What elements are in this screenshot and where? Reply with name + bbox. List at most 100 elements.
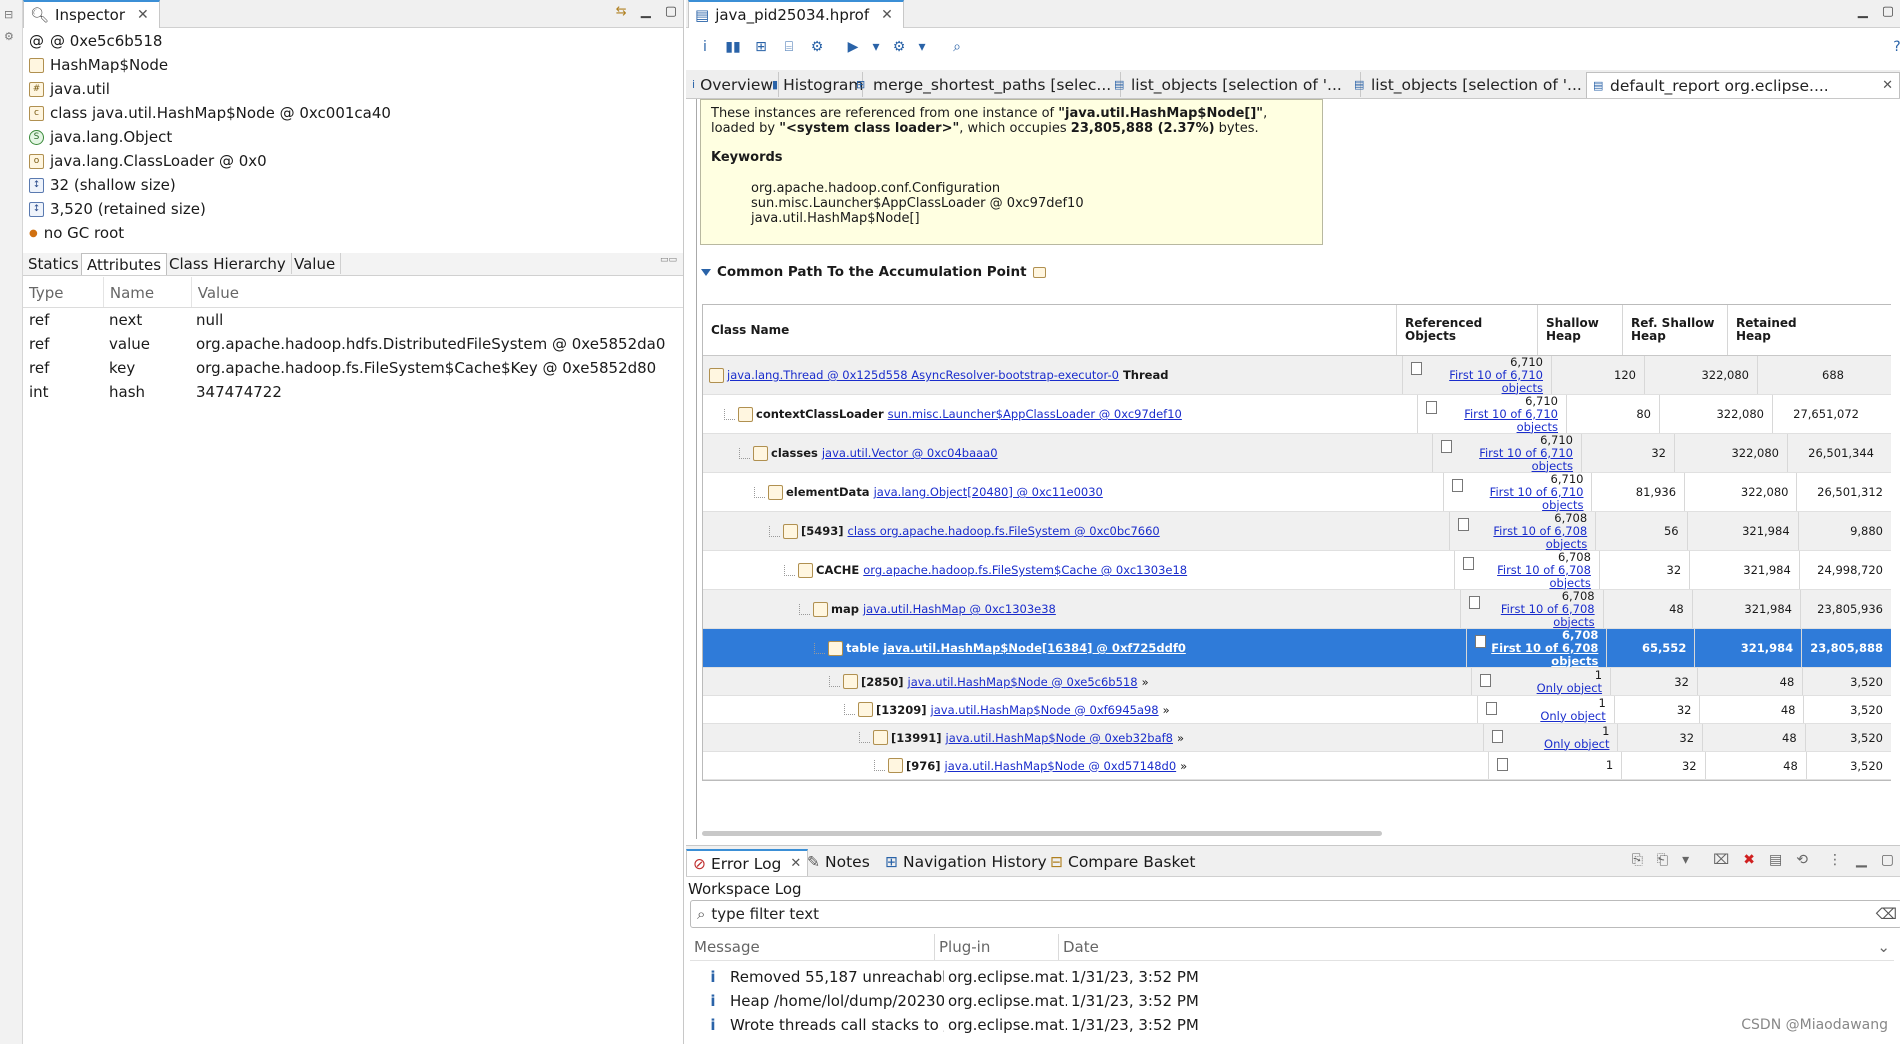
- tab-compare-basket[interactable]: ⊟ Compare Basket: [1044, 849, 1201, 874]
- ref-link[interactable]: First 10 of 6,708: [1501, 602, 1595, 616]
- ref-link-suffix[interactable]: objects: [1501, 615, 1594, 629]
- object-link[interactable]: class org.apache.hadoop.fs.FileSystem @ …: [848, 524, 1160, 538]
- column-plugin[interactable]: Plug-in: [935, 934, 1059, 960]
- ref-link[interactable]: First 10 of 6,710: [1479, 446, 1573, 460]
- table-row[interactable]: contextClassLoader sun.misc.Launcher$AppC…: [703, 394, 1891, 434]
- query-browser-icon[interactable]: ⚙: [890, 38, 908, 56]
- chevron-down-icon[interactable]: ⌄: [1873, 934, 1894, 960]
- subtabs-window-icon[interactable]: ▭▭: [660, 255, 677, 265]
- tab-list-objects-2[interactable]: ▤ list_objects [selection of '...: [1348, 72, 1599, 97]
- table-row[interactable]: table java.util.HashMap$Node[16384] @ 0xf…: [703, 628, 1891, 668]
- object-link[interactable]: java.util.HashMap @ 0xc1303e38: [863, 602, 1056, 616]
- ref-link-suffix[interactable]: objects: [1490, 498, 1583, 512]
- column-retained-heap[interactable]: Retained Heap: [1728, 305, 1814, 355]
- table-row[interactable]: [13991] java.util.HashMap$Node @ 0xeb32ba…: [703, 724, 1891, 752]
- tab-value[interactable]: Value: [289, 253, 342, 274]
- object-link[interactable]: java.util.HashMap$Node[16384] @ 0xf725dd…: [883, 641, 1186, 655]
- minimize-icon[interactable]: ▁: [1858, 4, 1868, 19]
- inspector-minimized-icon[interactable]: ⚙: [4, 30, 18, 44]
- tab-default-report[interactable]: ▤ default_report org.eclipse.... ✕: [1586, 72, 1900, 98]
- tab-statics[interactable]: Statics: [23, 253, 85, 274]
- search-icon[interactable]: ⌕: [948, 38, 966, 56]
- ref-link-suffix[interactable]: objects: [1449, 381, 1543, 395]
- object-link[interactable]: java.util.HashMap$Node @ 0xf6945a98: [931, 703, 1159, 717]
- tab-error-log[interactable]: ⊘ Error Log ✕: [686, 849, 809, 876]
- ref-link-suffix[interactable]: objects: [1491, 654, 1598, 668]
- class-name-row[interactable]: HashMap$Node: [29, 53, 168, 77]
- table-row[interactable]: ref key org.apache.hadoop.fs.FileSystem$…: [23, 356, 683, 380]
- run-report-icon[interactable]: ▶: [844, 38, 862, 56]
- minimize-icon[interactable]: ▁: [1856, 852, 1867, 868]
- chevron-down-icon[interactable]: ▾: [872, 38, 880, 56]
- object-link[interactable]: java.util.Vector @ 0xc04baaa0: [822, 446, 998, 460]
- table-row[interactable]: int hash 347474722: [23, 380, 683, 404]
- horizontal-scrollbar[interactable]: [702, 831, 1382, 836]
- ref-link-suffix[interactable]: objects: [1479, 459, 1573, 473]
- delete-log-icon[interactable]: ✖: [1743, 852, 1755, 868]
- ref-link-suffix[interactable]: objects: [1493, 537, 1587, 551]
- close-icon[interactable]: ✕: [137, 7, 149, 23]
- link-selection-icon[interactable]: ⇆: [616, 4, 627, 19]
- column-ref-shallow-heap[interactable]: Ref. Shallow Heap: [1623, 305, 1728, 355]
- table-row[interactable]: CACHE org.apache.hadoop.fs.FileSystem$Cac…: [703, 550, 1891, 590]
- info-icon[interactable]: i: [696, 38, 714, 56]
- tab-notes[interactable]: ✎ Notes: [801, 849, 876, 874]
- histogram-icon[interactable]: ▮▮: [724, 38, 742, 56]
- ref-link-suffix[interactable]: objects: [1464, 420, 1558, 434]
- ref-link[interactable]: First 10 of 6,710: [1449, 368, 1543, 382]
- column-class-name[interactable]: Class Name: [703, 305, 1397, 355]
- restore-icon[interactable]: ⊟: [4, 8, 18, 22]
- close-icon[interactable]: ✕: [790, 856, 801, 871]
- ref-link[interactable]: First 10 of 6,710: [1490, 485, 1584, 499]
- ref-link[interactable]: First 10 of 6,708: [1497, 563, 1591, 577]
- ref-link-suffix[interactable]: objects: [1497, 576, 1590, 590]
- import-log-icon[interactable]: ⎗: [1657, 852, 1668, 868]
- ref-link[interactable]: Only object: [1537, 681, 1602, 695]
- object-link[interactable]: java.lang.Thread @ 0x125d558 AsyncResolv…: [727, 368, 1119, 382]
- tab-navigation-history[interactable]: ⊞ Navigation History: [879, 849, 1053, 874]
- thread-overview-icon[interactable]: ⚙: [808, 38, 826, 56]
- ref-link[interactable]: First 10 of 6,710: [1464, 407, 1558, 421]
- ref-link[interactable]: Only object: [1544, 737, 1609, 751]
- tab-list-objects-1[interactable]: ▤ list_objects [selection of '...: [1108, 72, 1361, 97]
- object-address-row[interactable]: @ @ 0xe5c6b518: [29, 29, 162, 53]
- table-row[interactable]: [5493] class org.apache.hadoop.fs.FileSys…: [703, 511, 1891, 551]
- object-link[interactable]: java.util.HashMap$Node @ 0xd57148d0: [945, 759, 1177, 773]
- column-name[interactable]: Name: [104, 277, 192, 307]
- clear-log-icon[interactable]: ⌧: [1713, 852, 1729, 868]
- ref-link[interactable]: Only object: [1540, 709, 1605, 723]
- chevron-down-icon[interactable]: ▾: [918, 38, 926, 56]
- object-link[interactable]: java.util.HashMap$Node @ 0xe5c6b518: [908, 675, 1138, 689]
- maximize-icon[interactable]: ▢: [1882, 4, 1894, 19]
- tab-inspector[interactable]: 🔍︎ Inspector ✕: [23, 0, 160, 28]
- classloader-row[interactable]: o java.lang.ClassLoader @ 0x0: [29, 149, 267, 173]
- chevron-down-icon[interactable]: ▾: [1682, 852, 1689, 868]
- table-row[interactable]: [976] java.util.HashMap$Node @ 0xd57148d0…: [703, 752, 1891, 780]
- table-row[interactable]: [13209] java.util.HashMap$Node @ 0xf6945a…: [703, 696, 1891, 724]
- object-link[interactable]: org.apache.hadoop.fs.FileSystem$Cache @ …: [863, 563, 1187, 577]
- tab-histogram[interactable]: ▮ Histogram: [766, 72, 863, 97]
- filter-field[interactable]: ⌕ type filter text ⌫: [690, 900, 1900, 928]
- log-entry[interactable]: i Heap /home/lol/dump/20230131_mc org.ec…: [690, 989, 1894, 1013]
- tab-class-hierarchy[interactable]: Class Hierarchy: [164, 253, 292, 274]
- minimize-icon[interactable]: ▁: [641, 4, 651, 19]
- restore-log-icon[interactable]: ⟲: [1796, 852, 1808, 868]
- collapse-icon[interactable]: [701, 268, 711, 276]
- open-in-tab-icon[interactable]: [1032, 266, 1046, 278]
- ref-link[interactable]: First 10 of 6,708: [1493, 524, 1587, 538]
- oql-icon[interactable]: ⌸: [780, 38, 798, 56]
- table-row[interactable]: elementData java.lang.Object[20480] @ 0xc…: [703, 472, 1891, 512]
- table-row[interactable]: map java.util.HashMap @ 0xc1303e38 6,708 Fi…: [703, 589, 1891, 629]
- superclass-row[interactable]: Sjava.lang.Object: [29, 125, 172, 149]
- column-type[interactable]: Type: [23, 277, 104, 307]
- table-row[interactable]: java.lang.Thread @ 0x125d558 AsyncResolv…: [703, 355, 1891, 395]
- column-shallow-heap[interactable]: Shallow Heap: [1538, 305, 1623, 355]
- tab-attributes[interactable]: Attributes: [81, 253, 168, 275]
- clear-filter-icon[interactable]: ⌫: [1876, 905, 1897, 923]
- table-row[interactable]: ref value org.apache.hadoop.hdfs.Distrib…: [23, 332, 683, 356]
- view-menu-icon[interactable]: ⋮: [1828, 852, 1842, 868]
- table-row[interactable]: [2850] java.util.HashMap$Node @ 0xe5c6b51…: [703, 668, 1891, 696]
- log-entry[interactable]: i Removed 55,187 unreachable objec org.e…: [690, 965, 1894, 989]
- object-link[interactable]: java.lang.Object[20480] @ 0xc11e0030: [874, 485, 1103, 499]
- column-message[interactable]: Message: [690, 934, 935, 960]
